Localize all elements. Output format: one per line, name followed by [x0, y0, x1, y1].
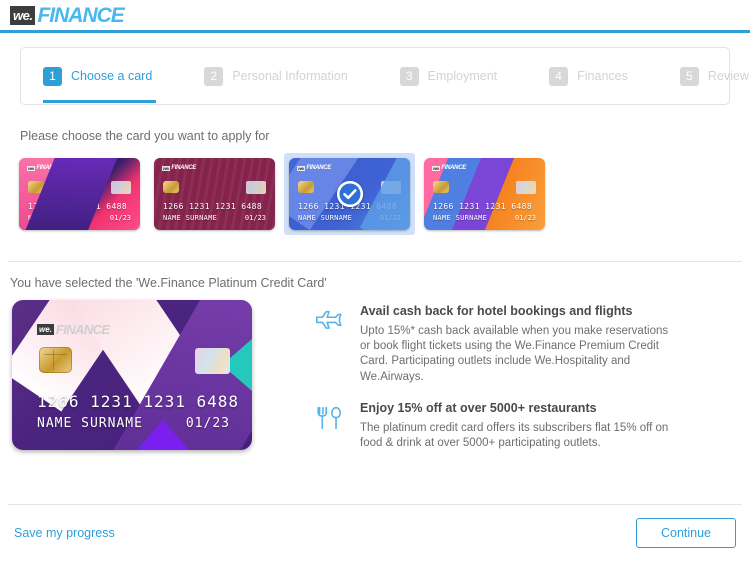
card-hologram-icon [195, 348, 230, 374]
card-expiry: 01/23 [244, 214, 266, 222]
card-logo-mark: we. [37, 324, 54, 335]
footer-actions: Save my progress Continue [0, 505, 750, 561]
app-header: we. FINANCE [0, 0, 750, 30]
step-label: Personal Information [232, 69, 348, 83]
step-number-badge: 5 [679, 66, 699, 86]
card-holder-name: NAME SURNAME [28, 214, 83, 222]
card-chip-icon [39, 347, 72, 373]
card-logo-mark: we. [297, 165, 306, 171]
check-circle-icon [336, 181, 363, 207]
card-chip-icon [433, 181, 449, 193]
benefit-title: Avail cash back for hotel bookings and f… [360, 304, 633, 318]
logo-mark: we. [10, 5, 36, 25]
continue-button[interactable]: Continue [636, 518, 736, 548]
progress-stepper: 1 Choose a card 2 Personal Information 3… [20, 47, 750, 105]
logo-name: FINANCE [37, 3, 124, 27]
card-option-4[interactable]: we. FINANCE 1266 1231 1231 6488 NAME SURN… [419, 153, 550, 235]
card-number: 1266 1231 1231 6488 [433, 202, 533, 211]
step-employment[interactable]: 3 Employment [399, 66, 498, 86]
card-logo: we. FINANCE [432, 165, 466, 171]
step-label: Employment [427, 69, 498, 83]
header-accent-bar [0, 30, 750, 33]
card-logo-name: FINANCE [441, 165, 466, 171]
step-personal-information[interactable]: 2 Personal Information [204, 66, 348, 86]
benefit-body: The platinum credit card offers its subs… [360, 421, 669, 449]
card-logo-mark: we. [27, 165, 36, 171]
card-chip-icon [163, 181, 179, 193]
benefit-text-block: Enjoy 15% off at over 5000+ restaurants … [360, 401, 675, 451]
card-logo-mark: we. [162, 165, 171, 171]
card-number: 1266 1231 1231 6488 [28, 202, 128, 211]
card-hologram-icon [246, 181, 266, 194]
card-expiry: 01/23 [109, 214, 131, 222]
benefit-item-restaurants: Enjoy 15% off at over 5000+ restaurants … [314, 401, 675, 451]
card-chip-icon [298, 181, 314, 193]
benefit-title: Enjoy 15% off at over 5000+ restaurants [360, 400, 597, 415]
step-label: Choose a card [71, 69, 153, 83]
card-logo: we. FINANCE [162, 165, 196, 171]
card-expiry: 01/23 [514, 214, 536, 222]
card-holder-name: NAME SURNAME [37, 416, 143, 431]
card-option-2[interactable]: we. FINANCE 1266 1231 1231 6488 NAME SURN… [149, 153, 280, 235]
card-logo-mark: we. [432, 165, 441, 171]
cutlery-icon [314, 401, 360, 451]
step-label: Finances [577, 69, 628, 83]
card-violet-triangle [136, 420, 189, 450]
selected-credit-card-large: we. FINANCE 1266 1231 1231 6488 NAME SUR… [12, 300, 252, 450]
card-expiry: 01/23 [185, 416, 230, 431]
credit-card-thumbnail: we. FINANCE 1266 1231 1231 6488 NAME SURN… [154, 158, 275, 230]
card-logo-name: FINANCE [36, 165, 61, 171]
card-logo: we. FINANCE [37, 322, 110, 337]
card-holder-name: NAME SURNAME [298, 214, 353, 222]
card-holder-name: NAME SURNAME [433, 214, 488, 222]
section-divider [8, 261, 742, 262]
card-hologram-icon [111, 181, 131, 194]
step-finances[interactable]: 4 Finances [549, 66, 628, 86]
step-choose-a-card[interactable]: 1 Choose a card [43, 66, 157, 103]
card-option-3-selected[interactable]: we. FINANCE 1266 1231 1231 6488 NAME SURN… [284, 153, 415, 235]
credit-card-thumbnail: we. FINANCE 1266 1231 1231 6488 NAME SURN… [424, 158, 545, 230]
card-benefits-list: Avail cash back for hotel bookings and f… [314, 300, 675, 467]
step-label: Review & Sign [707, 69, 750, 83]
selected-card-detail: we. FINANCE 1266 1231 1231 6488 NAME SUR… [12, 300, 750, 467]
card-number: 1266 1231 1231 6488 [37, 392, 240, 411]
card-hologram-icon [516, 181, 536, 194]
choose-card-prompt: Please choose the card you want to apply… [20, 129, 270, 143]
airplane-icon [314, 304, 360, 385]
benefit-item-flights: Avail cash back for hotel bookings and f… [314, 304, 675, 385]
selected-card-text: You have selected the 'We.Finance Platin… [10, 276, 327, 290]
card-option-1[interactable]: we. FINANCE 1266 1231 1231 6488 NAME SURN… [14, 153, 145, 235]
brand-logo[interactable]: we. FINANCE [10, 3, 125, 27]
benefit-text-block: Avail cash back for hotel bookings and f… [360, 304, 675, 385]
card-logo: we. FINANCE [297, 165, 331, 171]
step-number-badge: 1 [43, 66, 62, 86]
step-review-and-sign[interactable]: 5 Review & Sign [679, 66, 750, 86]
card-logo-name: FINANCE [306, 165, 331, 171]
step-number-badge: 3 [399, 66, 419, 86]
step-active-underline [43, 99, 157, 103]
card-logo-name: FINANCE [55, 322, 110, 337]
card-chip-icon [28, 181, 44, 193]
step-number-badge: 4 [549, 66, 569, 86]
card-hologram-icon [381, 181, 401, 194]
step-number-badge: 2 [204, 66, 224, 86]
card-expiry: 01/23 [379, 214, 401, 222]
credit-card-thumbnail: we. FINANCE 1266 1231 1231 6488 NAME SURN… [19, 158, 140, 230]
card-options-list: we. FINANCE 1266 1231 1231 6488 NAME SURN… [14, 153, 750, 235]
card-number: 1266 1231 1231 6488 [163, 202, 263, 211]
card-logo-name: FINANCE [171, 165, 196, 171]
card-logo: we. FINANCE [27, 165, 61, 171]
save-progress-link[interactable]: Save my progress [14, 526, 115, 540]
benefit-body: Upto 15%* cash back available when you m… [360, 325, 669, 383]
card-holder-name: NAME SURNAME [163, 214, 218, 222]
